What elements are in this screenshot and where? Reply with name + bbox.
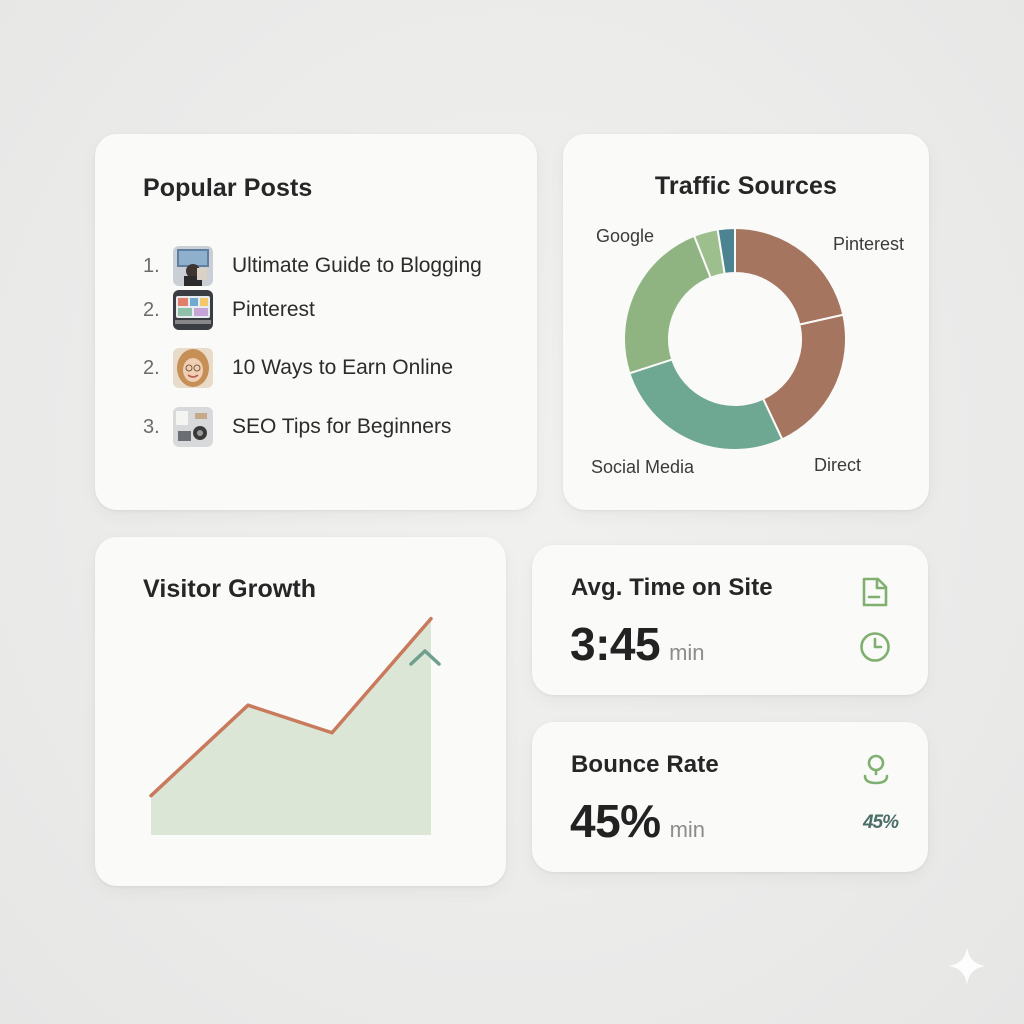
post-item[interactable]: 3. SEO Tips for Beginners <box>143 406 451 448</box>
desk-objects-thumbnail <box>173 407 213 447</box>
avg-time-value-group: 3:45 min <box>570 617 705 671</box>
avg-time-card: Avg. Time on Site 3:45 min <box>532 545 928 695</box>
bounce-rate-badge: 45% <box>862 812 899 833</box>
location-pin-icon <box>862 752 890 791</box>
popular-posts-title: Popular Posts <box>143 174 313 202</box>
bounce-rate-title: Bounce Rate <box>571 751 719 778</box>
post-item[interactable]: 2. 10 Ways to Earn Online <box>143 347 453 389</box>
traffic-sources-card: Traffic Sources Google Pinterest Social … <box>563 134 929 510</box>
popular-posts-card: Popular Posts 1. Ultimate Guide to Blogg… <box>95 134 537 510</box>
legend-label-google: Google <box>596 226 655 246</box>
bounce-rate-value-group: 45% min <box>570 794 705 848</box>
post-number: 1. <box>143 254 160 277</box>
post-item[interactable]: 2. Pinterest <box>143 289 315 331</box>
legend-label-pinterest: Pinterest <box>833 234 905 254</box>
post-title: Pinterest <box>232 298 315 321</box>
post-number: 2. <box>143 298 160 321</box>
bounce-rate-unit: min <box>669 817 706 842</box>
sparkle-icon <box>948 947 986 985</box>
photo-person-desk-thumbnail <box>173 246 213 286</box>
bounce-rate-value: 45% <box>570 795 661 847</box>
post-title: 10 Ways to Earn Online <box>232 356 453 379</box>
donut-slice-social-media[interactable] <box>628 358 784 451</box>
legend-label-social-media: Social Media <box>591 457 695 477</box>
avg-time-value: 3:45 <box>570 618 661 670</box>
laptop-screen-thumbnail <box>173 290 213 330</box>
bounce-rate-card: Bounce Rate 45% min 45% <box>532 722 928 872</box>
donut-slice-pinterest[interactable] <box>734 226 845 326</box>
post-number: 3. <box>143 415 160 438</box>
legend-label-direct: Direct <box>814 455 862 475</box>
donut-slice-google[interactable] <box>623 234 713 375</box>
visitor-growth-chart <box>149 616 441 835</box>
clock-icon <box>859 631 891 668</box>
visitor-growth-card: Visitor Growth <box>95 537 506 886</box>
post-number: 2. <box>143 356 160 379</box>
avg-time-unit: min <box>669 640 705 665</box>
smiling-woman-thumbnail <box>173 348 213 388</box>
growth-area-fill <box>151 618 431 835</box>
post-item[interactable]: 1. Ultimate Guide to Blogging <box>143 245 482 287</box>
document-icon <box>861 577 889 612</box>
traffic-sources-title: Traffic Sources <box>654 172 838 200</box>
post-title: Ultimate Guide to Blogging <box>232 254 482 277</box>
post-title: SEO Tips for Beginners <box>232 415 452 438</box>
avg-time-title: Avg. Time on Site <box>571 574 773 601</box>
donut-slice-direct[interactable] <box>761 313 847 441</box>
